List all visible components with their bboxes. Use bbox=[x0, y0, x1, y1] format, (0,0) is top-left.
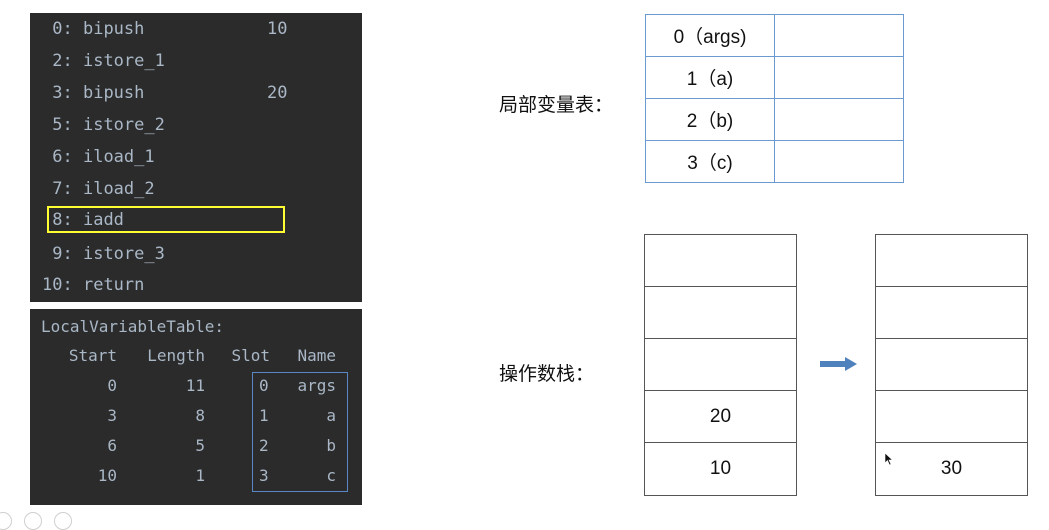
bytecode-offset: 7: bbox=[42, 179, 73, 199]
lvt-cell-start: 6 bbox=[107, 436, 117, 455]
lvt-cell-start: 10 bbox=[97, 466, 117, 485]
bytecode-arg: 20 bbox=[267, 83, 288, 103]
bytecode-line: 7: iload_2 bbox=[42, 175, 155, 203]
slot-row: 0（args) bbox=[645, 14, 904, 57]
bytecode-offset: 5: bbox=[42, 115, 73, 135]
stack-cell bbox=[876, 235, 1027, 287]
mouse-cursor-icon bbox=[884, 452, 894, 466]
lvt-cell-start: 3 bbox=[107, 406, 117, 425]
lvt-header-length: Length bbox=[147, 346, 205, 365]
toolbar-circle-icon[interactable] bbox=[24, 512, 42, 530]
lvt-title: LocalVariableTable: bbox=[41, 317, 225, 336]
stack-cell bbox=[876, 339, 1027, 391]
current-instruction-highlight bbox=[47, 206, 285, 233]
bytecode-offset: 6: bbox=[42, 147, 73, 167]
operand-stack-label: 操作数栈： bbox=[499, 364, 595, 385]
stack-cell bbox=[876, 287, 1027, 339]
bytecode-op: iload_2 bbox=[82, 179, 155, 199]
local-variable-table-panel: LocalVariableTable: Start Length Slot Na… bbox=[30, 309, 362, 505]
bytecode-line: 3: bipush 20 bbox=[42, 79, 287, 107]
bytecode-offset: 10: bbox=[42, 275, 73, 295]
stack-cell bbox=[876, 391, 1027, 443]
operand-stack-after: 30 bbox=[875, 234, 1028, 496]
lvt-cell-start: 0 bbox=[107, 376, 117, 395]
bytecode-op: bipush bbox=[82, 19, 145, 39]
right-arrow-icon bbox=[820, 357, 857, 371]
lvt-cell-length: 1 bbox=[195, 466, 205, 485]
bytecode-offset: 3: bbox=[42, 83, 73, 103]
operand-stack-before: 20 10 bbox=[644, 234, 797, 496]
bottom-toolbar bbox=[0, 509, 90, 530]
lvt-cell-length: 5 bbox=[195, 436, 205, 455]
bytecode-op: iload_1 bbox=[82, 147, 155, 167]
stack-cell: 10 bbox=[709, 458, 732, 479]
slot-value bbox=[774, 14, 904, 57]
lvt-header-name: Name bbox=[297, 346, 336, 365]
stack-cell bbox=[645, 287, 796, 339]
bytecode-line: 9: istore_3 bbox=[42, 240, 165, 268]
slot-value bbox=[774, 98, 904, 141]
slot-label: 1（a) bbox=[645, 56, 775, 99]
stack-cell: 30 bbox=[940, 458, 963, 479]
slot-row: 3（c) bbox=[645, 140, 904, 183]
bytecode-line: 5: istore_2 bbox=[42, 111, 165, 139]
slot-label: 3（c) bbox=[645, 140, 775, 183]
lvt-header-start: Start bbox=[68, 346, 117, 365]
slot-label: 0（args) bbox=[645, 14, 775, 57]
stack-cell bbox=[645, 339, 796, 391]
bytecode-line: 0: bipush 10 bbox=[42, 15, 287, 43]
bytecode-op: bipush bbox=[82, 83, 145, 103]
bytecode-op: istore_2 bbox=[82, 115, 165, 135]
local-variable-slots-table: 0（args) 1（a) 2（b) 3（c) bbox=[645, 14, 904, 183]
bytecode-offset: 0: bbox=[42, 19, 73, 39]
slot-row: 2（b) bbox=[645, 98, 904, 141]
bytecode-offset: 9: bbox=[42, 244, 73, 264]
slot-value bbox=[774, 140, 904, 183]
lvt-cell-length: 11 bbox=[185, 376, 205, 395]
slot-name-highlight-box bbox=[252, 372, 348, 492]
bytecode-line: 2: istore_1 bbox=[42, 47, 165, 75]
slot-row: 1（a) bbox=[645, 56, 904, 99]
local-var-table-label: 局部变量表： bbox=[499, 95, 614, 116]
toolbar-circle-icon[interactable] bbox=[0, 512, 12, 530]
bytecode-offset: 2: bbox=[42, 51, 73, 71]
slot-label: 2（b) bbox=[645, 98, 775, 141]
lvt-cell-length: 8 bbox=[195, 406, 205, 425]
stack-cell: 20 bbox=[645, 391, 796, 443]
bytecode-arg: 10 bbox=[267, 19, 288, 39]
bytecode-line: 6: iload_1 bbox=[42, 143, 155, 171]
bytecode-op: return bbox=[82, 275, 145, 295]
bytecode-op: istore_1 bbox=[82, 51, 165, 71]
bytecode-op: istore_3 bbox=[82, 244, 165, 264]
stack-cell bbox=[645, 235, 796, 287]
bytecode-panel: 0: bipush 10 2: istore_1 3: bipush 20 5: i… bbox=[30, 13, 362, 302]
lvt-header-slot: Slot bbox=[231, 346, 270, 365]
slot-value bbox=[774, 56, 904, 99]
bytecode-line: 10: return bbox=[42, 271, 144, 299]
toolbar-circle-icon[interactable] bbox=[54, 512, 72, 530]
